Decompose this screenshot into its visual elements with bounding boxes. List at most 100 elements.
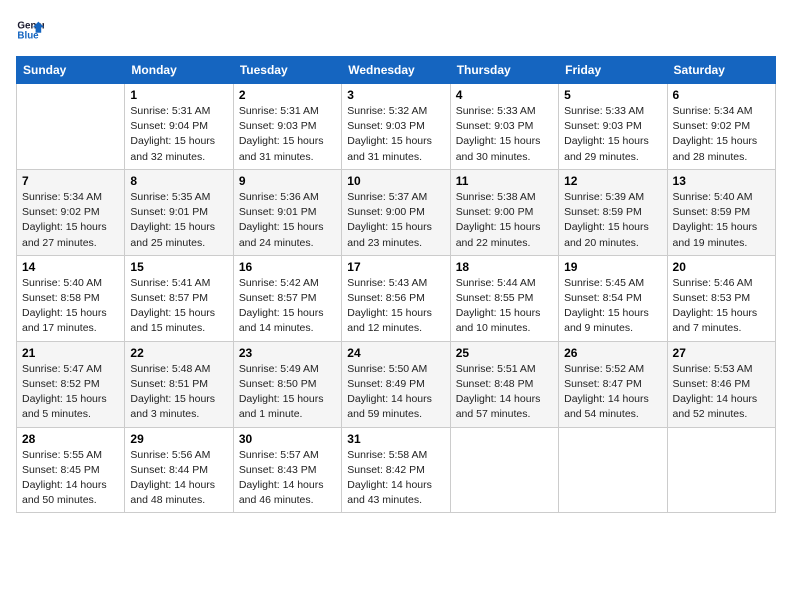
day-number: 29 xyxy=(130,432,227,446)
day-info: Sunrise: 5:51 AMSunset: 8:48 PMDaylight:… xyxy=(456,362,553,423)
day-info: Sunrise: 5:37 AMSunset: 9:00 PMDaylight:… xyxy=(347,190,444,251)
day-of-week-header: Sunday xyxy=(17,57,125,84)
day-info: Sunrise: 5:58 AMSunset: 8:42 PMDaylight:… xyxy=(347,448,444,509)
calendar-cell xyxy=(667,427,775,513)
calendar-cell: 13Sunrise: 5:40 AMSunset: 8:59 PMDayligh… xyxy=(667,169,775,255)
calendar-cell: 27 Sunrise: 5:53 AMSunset: 8:46 PMDayligh… xyxy=(667,341,775,427)
calendar-cell: 31 Sunrise: 5:58 AMSunset: 8:42 PMDayligh… xyxy=(342,427,450,513)
day-number: 19 xyxy=(564,260,661,274)
day-info: Sunrise: 5:34 AMSunset: 9:02 PMDaylight:… xyxy=(673,104,770,165)
day-info: Sunrise: 5:57 AMSunset: 8:43 PMDaylight:… xyxy=(239,448,336,509)
day-info: Sunrise: 5:45 AMSunset: 8:54 PMDaylight:… xyxy=(564,276,661,337)
day-number: 9 xyxy=(239,174,336,188)
day-number: 24 xyxy=(347,346,444,360)
calendar-week-row: 21Sunrise: 5:47 AMSunset: 8:52 PMDayligh… xyxy=(17,341,776,427)
calendar-cell: 23 Sunrise: 5:49 AMSunset: 8:50 PMDayligh… xyxy=(233,341,341,427)
calendar-cell: 30 Sunrise: 5:57 AMSunset: 8:43 PMDayligh… xyxy=(233,427,341,513)
calendar-cell: 22 Sunrise: 5:48 AMSunset: 8:51 PMDayligh… xyxy=(125,341,233,427)
calendar-cell: 14 Sunrise: 5:40 AMSunset: 8:58 PMDayligh… xyxy=(17,255,125,341)
day-number: 28 xyxy=(22,432,119,446)
day-number: 22 xyxy=(130,346,227,360)
calendar-cell: 11 Sunrise: 5:38 AMSunset: 9:00 PMDayligh… xyxy=(450,169,558,255)
calendar-cell xyxy=(17,84,125,170)
day-number: 10 xyxy=(347,174,444,188)
day-of-week-header: Saturday xyxy=(667,57,775,84)
day-info: Sunrise: 5:33 AMSunset: 9:03 PMDaylight:… xyxy=(564,104,661,165)
day-number: 27 xyxy=(673,346,770,360)
day-number: 16 xyxy=(239,260,336,274)
calendar-cell: 7Sunrise: 5:34 AMSunset: 9:02 PMDaylight… xyxy=(17,169,125,255)
day-number: 15 xyxy=(130,260,227,274)
day-number: 31 xyxy=(347,432,444,446)
day-info: Sunrise: 5:40 AMSunset: 8:58 PMDaylight:… xyxy=(22,276,119,337)
calendar-cell: 10 Sunrise: 5:37 AMSunset: 9:00 PMDayligh… xyxy=(342,169,450,255)
day-number: 14 xyxy=(22,260,119,274)
day-number: 3 xyxy=(347,88,444,102)
calendar-cell xyxy=(450,427,558,513)
day-info: Sunrise: 5:38 AMSunset: 9:00 PMDaylight:… xyxy=(456,190,553,251)
day-number: 26 xyxy=(564,346,661,360)
day-of-week-header: Thursday xyxy=(450,57,558,84)
calendar-cell: 1Sunrise: 5:31 AMSunset: 9:04 PMDaylight… xyxy=(125,84,233,170)
day-info: Sunrise: 5:32 AMSunset: 9:03 PMDaylight:… xyxy=(347,104,444,165)
calendar-week-row: 28 Sunrise: 5:55 AMSunset: 8:45 PMDayligh… xyxy=(17,427,776,513)
calendar-cell: 20 Sunrise: 5:46 AMSunset: 8:53 PMDayligh… xyxy=(667,255,775,341)
day-number: 12 xyxy=(564,174,661,188)
day-info: Sunrise: 5:47 AMSunset: 8:52 PMDaylight:… xyxy=(22,362,119,423)
page-header: General Blue xyxy=(16,16,776,44)
day-info: Sunrise: 5:46 AMSunset: 8:53 PMDaylight:… xyxy=(673,276,770,337)
day-of-week-header: Tuesday xyxy=(233,57,341,84)
calendar-cell: 21Sunrise: 5:47 AMSunset: 8:52 PMDayligh… xyxy=(17,341,125,427)
day-info: Sunrise: 5:49 AMSunset: 8:50 PMDaylight:… xyxy=(239,362,336,423)
calendar-week-row: 7Sunrise: 5:34 AMSunset: 9:02 PMDaylight… xyxy=(17,169,776,255)
day-of-week-header: Monday xyxy=(125,57,233,84)
day-info: Sunrise: 5:43 AMSunset: 8:56 PMDaylight:… xyxy=(347,276,444,337)
calendar-cell: 15 Sunrise: 5:41 AMSunset: 8:57 PMDayligh… xyxy=(125,255,233,341)
calendar-cell: 19 Sunrise: 5:45 AMSunset: 8:54 PMDayligh… xyxy=(559,255,667,341)
day-info: Sunrise: 5:48 AMSunset: 8:51 PMDaylight:… xyxy=(130,362,227,423)
calendar-week-row: 1Sunrise: 5:31 AMSunset: 9:04 PMDaylight… xyxy=(17,84,776,170)
day-of-week-header: Friday xyxy=(559,57,667,84)
calendar-cell: 3 Sunrise: 5:32 AMSunset: 9:03 PMDaylight… xyxy=(342,84,450,170)
calendar-cell: 26 Sunrise: 5:52 AMSunset: 8:47 PMDayligh… xyxy=(559,341,667,427)
calendar-week-row: 14 Sunrise: 5:40 AMSunset: 8:58 PMDayligh… xyxy=(17,255,776,341)
calendar-cell: 16Sunrise: 5:42 AMSunset: 8:57 PMDayligh… xyxy=(233,255,341,341)
calendar-cell: 25Sunrise: 5:51 AMSunset: 8:48 PMDayligh… xyxy=(450,341,558,427)
calendar-cell xyxy=(559,427,667,513)
calendar-cell: 9 Sunrise: 5:36 AMSunset: 9:01 PMDaylight… xyxy=(233,169,341,255)
day-info: Sunrise: 5:52 AMSunset: 8:47 PMDaylight:… xyxy=(564,362,661,423)
day-number: 30 xyxy=(239,432,336,446)
day-info: Sunrise: 5:55 AMSunset: 8:45 PMDaylight:… xyxy=(22,448,119,509)
calendar-cell: 29 Sunrise: 5:56 AMSunset: 8:44 PMDayligh… xyxy=(125,427,233,513)
calendar-table: SundayMondayTuesdayWednesdayThursdayFrid… xyxy=(16,56,776,513)
calendar-cell: 5Sunrise: 5:33 AMSunset: 9:03 PMDaylight… xyxy=(559,84,667,170)
day-number: 6 xyxy=(673,88,770,102)
day-number: 11 xyxy=(456,174,553,188)
day-of-week-header: Wednesday xyxy=(342,57,450,84)
calendar-header-row: SundayMondayTuesdayWednesdayThursdayFrid… xyxy=(17,57,776,84)
day-number: 17 xyxy=(347,260,444,274)
calendar-cell: 12 Sunrise: 5:39 AMSunset: 8:59 PMDayligh… xyxy=(559,169,667,255)
calendar-cell: 2Sunrise: 5:31 AMSunset: 9:03 PMDaylight… xyxy=(233,84,341,170)
calendar-cell: 18 Sunrise: 5:44 AMSunset: 8:55 PMDayligh… xyxy=(450,255,558,341)
day-info: Sunrise: 5:44 AMSunset: 8:55 PMDaylight:… xyxy=(456,276,553,337)
day-info: Sunrise: 5:56 AMSunset: 8:44 PMDaylight:… xyxy=(130,448,227,509)
day-info: Sunrise: 5:35 AMSunset: 9:01 PMDaylight:… xyxy=(130,190,227,251)
day-number: 18 xyxy=(456,260,553,274)
day-number: 20 xyxy=(673,260,770,274)
day-info: Sunrise: 5:50 AMSunset: 8:49 PMDaylight:… xyxy=(347,362,444,423)
day-number: 23 xyxy=(239,346,336,360)
day-number: 2 xyxy=(239,88,336,102)
logo: General Blue xyxy=(16,16,44,44)
day-info: Sunrise: 5:31 AMSunset: 9:04 PMDaylight:… xyxy=(130,104,227,165)
calendar-cell: 4Sunrise: 5:33 AMSunset: 9:03 PMDaylight… xyxy=(450,84,558,170)
day-info: Sunrise: 5:36 AMSunset: 9:01 PMDaylight:… xyxy=(239,190,336,251)
day-info: Sunrise: 5:53 AMSunset: 8:46 PMDaylight:… xyxy=(673,362,770,423)
day-info: Sunrise: 5:33 AMSunset: 9:03 PMDaylight:… xyxy=(456,104,553,165)
day-info: Sunrise: 5:39 AMSunset: 8:59 PMDaylight:… xyxy=(564,190,661,251)
calendar-cell: 24 Sunrise: 5:50 AMSunset: 8:49 PMDayligh… xyxy=(342,341,450,427)
day-info: Sunrise: 5:41 AMSunset: 8:57 PMDaylight:… xyxy=(130,276,227,337)
day-number: 8 xyxy=(130,174,227,188)
day-info: Sunrise: 5:40 AMSunset: 8:59 PMDaylight:… xyxy=(673,190,770,251)
logo-icon: General Blue xyxy=(16,16,44,44)
